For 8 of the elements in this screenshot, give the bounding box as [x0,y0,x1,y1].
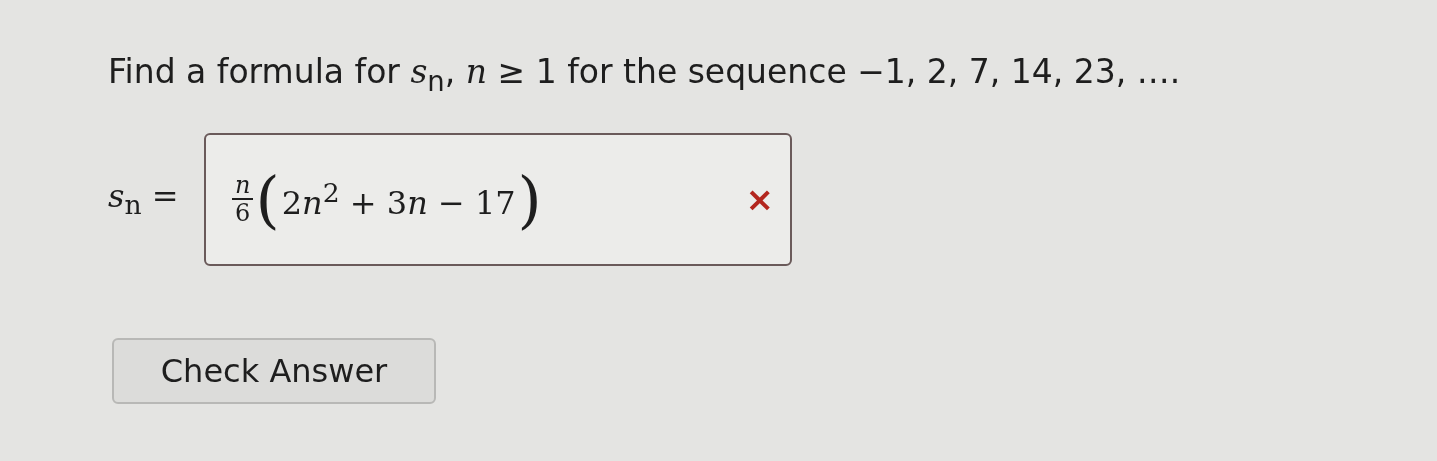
incorrect-mark: × [745,179,774,220]
expression: 2n$^{2}$ + 3n − 17 [281,176,516,222]
question-text: Find a formula for s$_{n}$, n ≥ 1 for the sequence −1, 2, 7, 14, 23, …. [108,52,1182,97]
answer-label: s$_{n}$ = [108,177,180,221]
check-answer-button[interactable]: Check Answer [112,337,436,404]
parenthesis: ) [517,162,542,236]
parenthesis: ( [255,162,280,236]
fraction: n 6 [232,171,254,227]
